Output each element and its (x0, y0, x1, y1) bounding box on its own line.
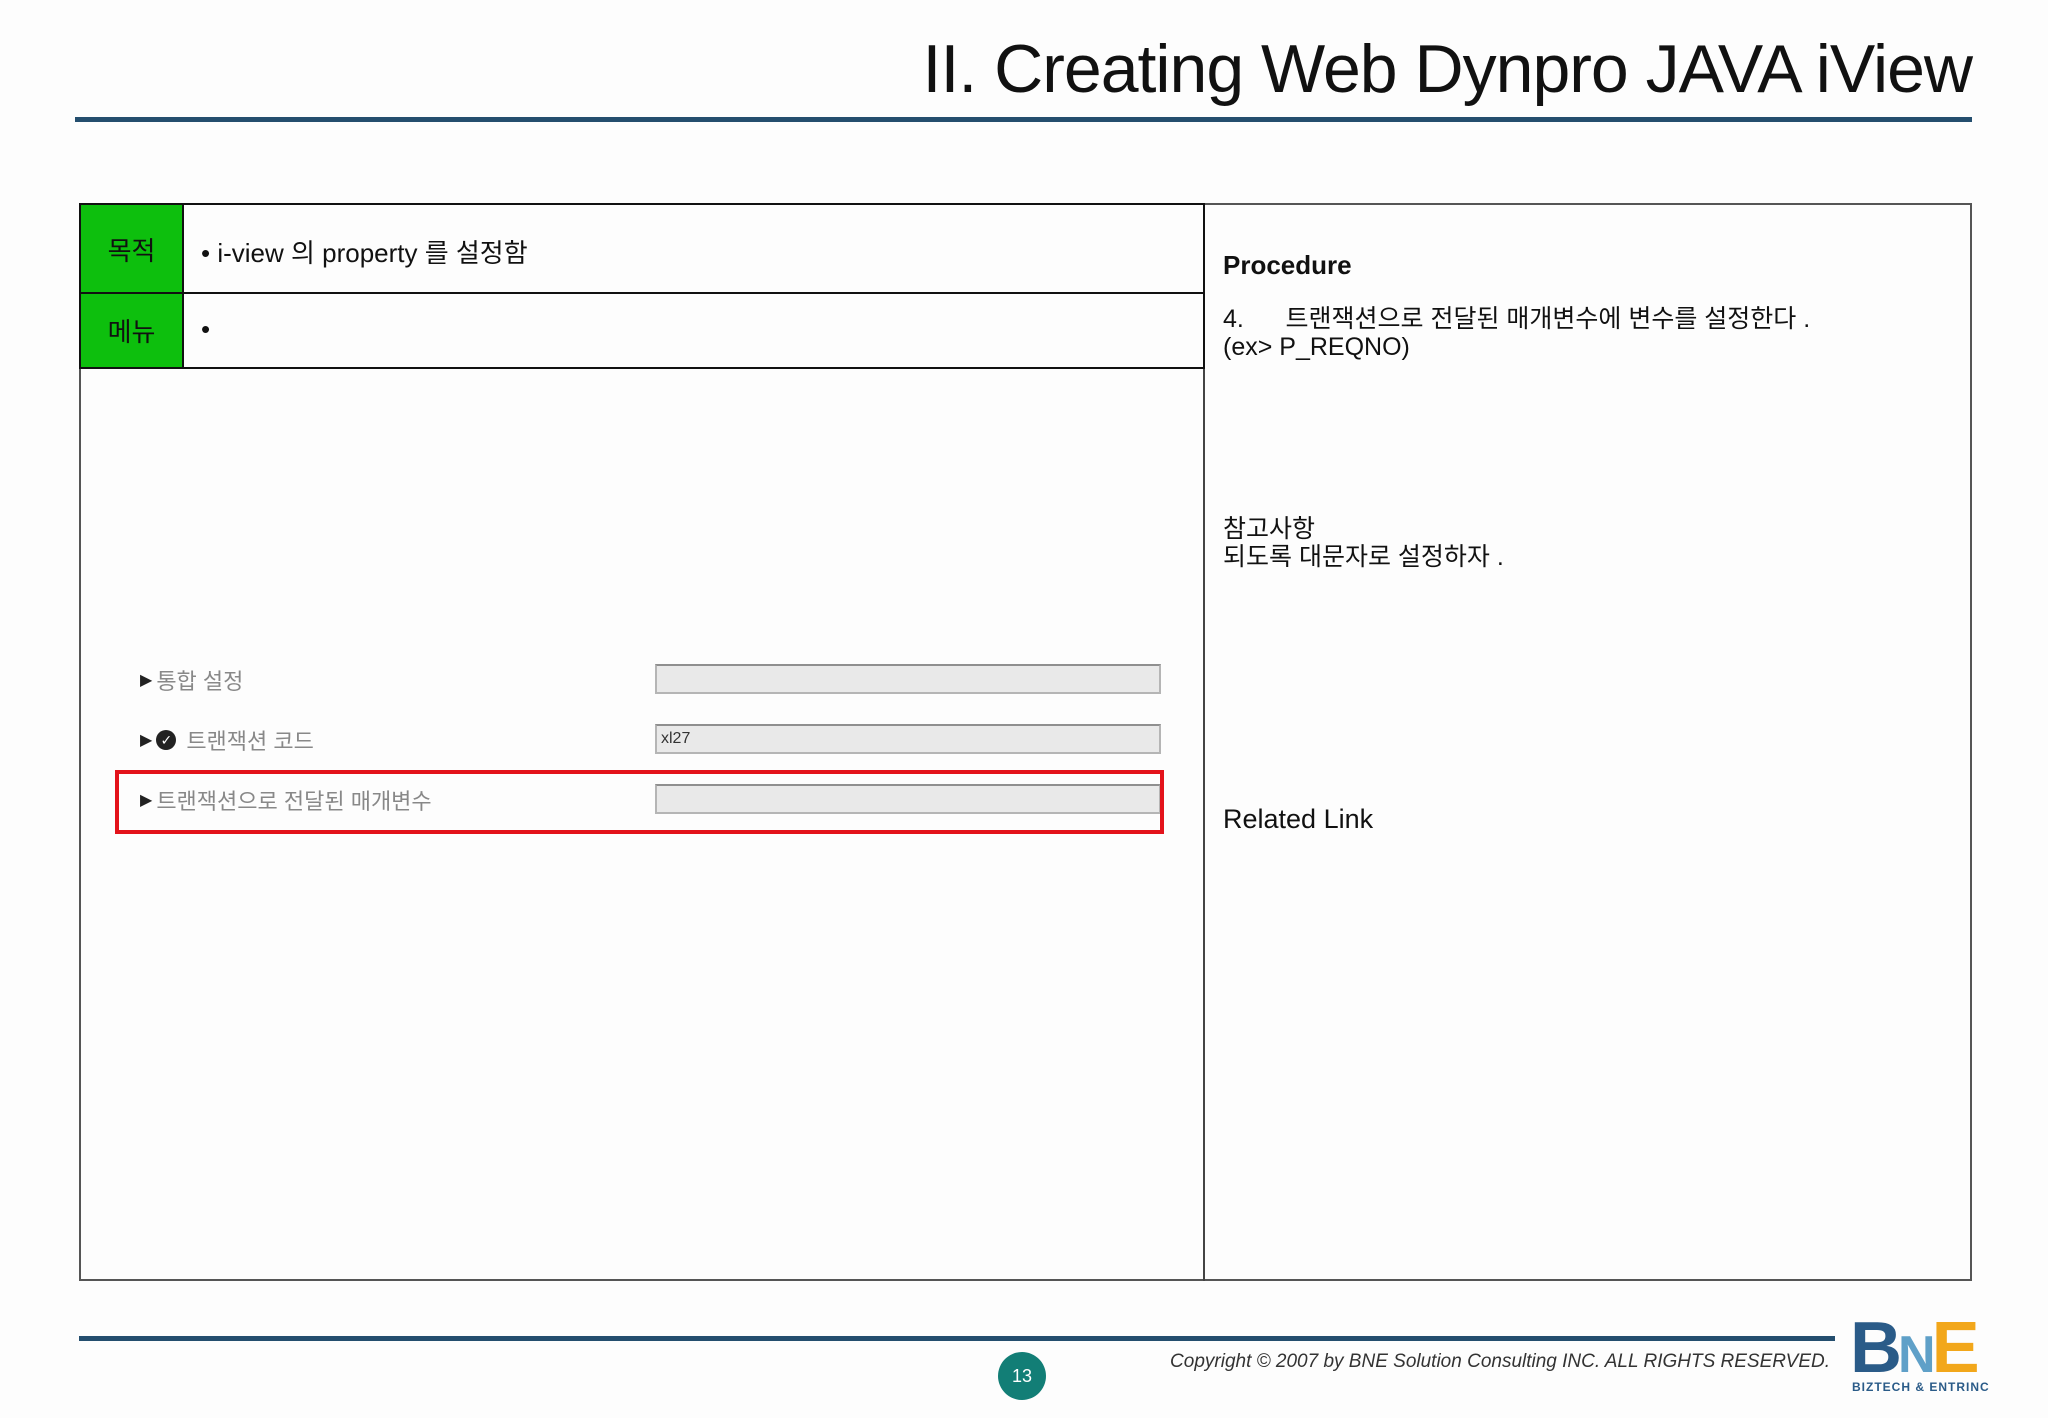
page-number-badge: 13 (998, 1352, 1046, 1400)
copyright-text: Copyright © 2007 by BNE Solution Consult… (1170, 1351, 1830, 1372)
notes-title: 참고사항 (1223, 515, 1316, 543)
procedure-text: 4. 트랜잭션으로 전달된 매개변수에 변수를 설정한다 . (ex> P_RE… (1223, 305, 1811, 361)
notes-text: 되도록 대문자로 설정하자 . (1223, 543, 1504, 571)
field-row-integration: ▶ 통합 설정 (140, 664, 243, 696)
expand-arrow-icon: ▶ (140, 732, 153, 749)
purpose-text: • i-view 의 property 를 설정함 (201, 238, 528, 268)
procedure-title: Procedure (1223, 250, 1352, 280)
expand-arrow-icon: ▶ (140, 672, 153, 689)
required-icon: ✓ (156, 730, 177, 750)
highlight-box (115, 770, 1164, 834)
purpose-label: 목적 (81, 205, 184, 293)
purpose-row: 목적 • i-view 의 property 를 설정함 (79, 203, 1205, 293)
logo-subtitle: BIZTECH & ENTRINC (1852, 1380, 1990, 1394)
menu-row: 메뉴 • (79, 292, 1205, 369)
field-label: 통합 설정 (156, 669, 244, 694)
title-underline (75, 117, 1972, 122)
menu-text: • (201, 314, 211, 344)
menu-label: 메뉴 (81, 294, 184, 367)
related-link-title: Related Link (1223, 804, 1374, 834)
transaction-code-input[interactable]: xl27 (655, 724, 1161, 754)
field-row-transaction-code: ▶ ✓ 트랜잭션 코드 (140, 724, 314, 756)
integration-setting-input[interactable] (655, 664, 1161, 694)
footer-rule (79, 1336, 1835, 1341)
slide-title: II. Creating Web Dynpro JAVA iView (922, 31, 1973, 107)
field-label: 트랜잭션 코드 (186, 729, 314, 754)
bne-logo: BNE BIZTECH & ENTRINC (1850, 1312, 2000, 1396)
